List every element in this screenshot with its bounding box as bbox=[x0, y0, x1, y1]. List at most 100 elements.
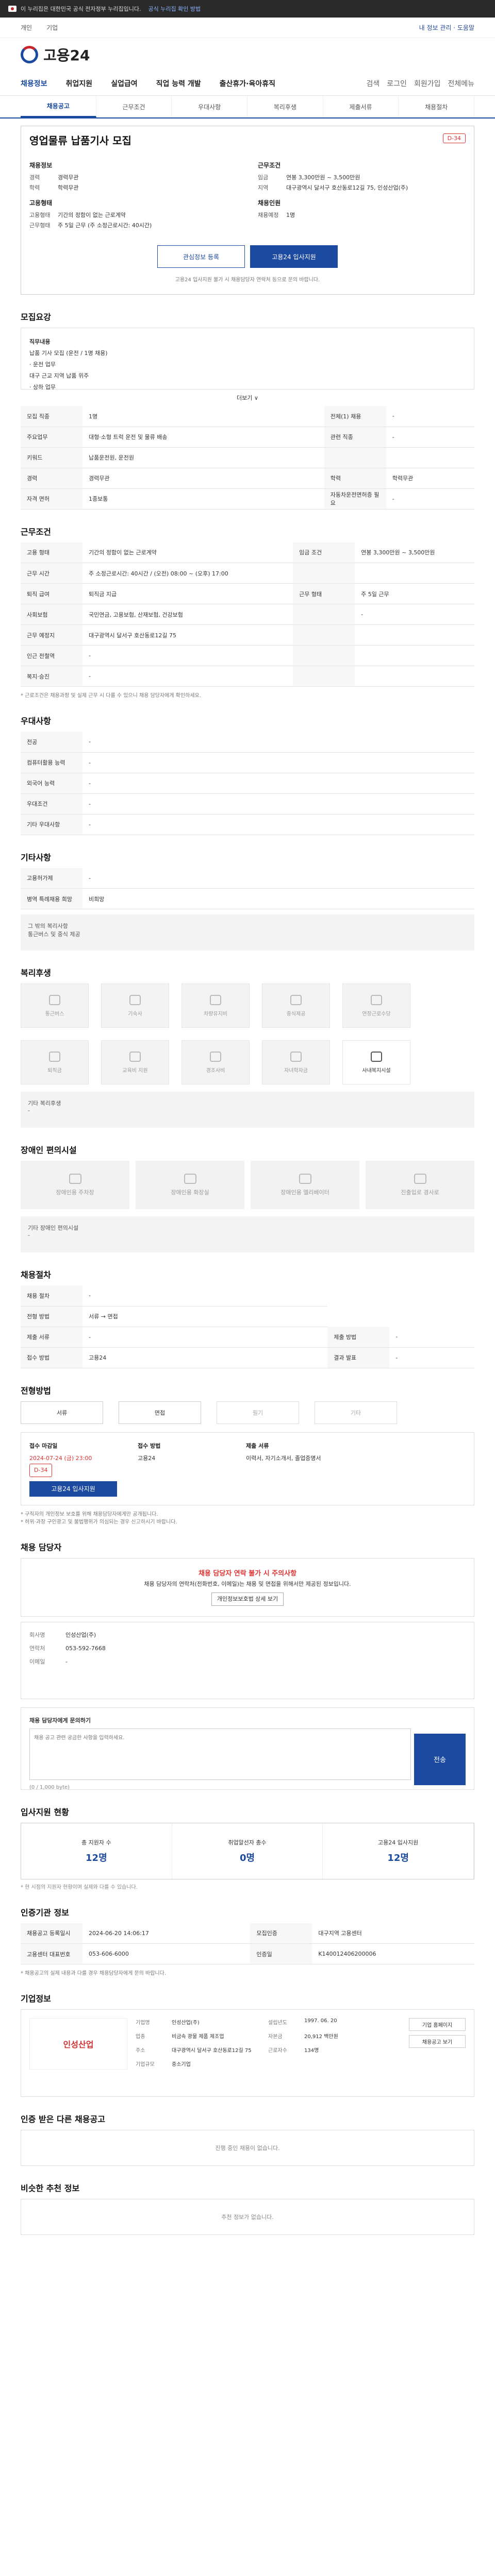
table-row: 사회보험 국민연금, 고용보험, 산재보험, 건강보험 - bbox=[21, 604, 474, 625]
section-title: 우대사항 bbox=[21, 716, 51, 726]
manager-info: 회사명 인성산업(주) 연락처 053-592-7668 이메일 - bbox=[21, 1621, 474, 1699]
row-value: 053-606-6000 bbox=[82, 1943, 251, 1964]
barrierfree-label: 장애인용 주차장 bbox=[56, 1189, 94, 1196]
row-value bbox=[386, 447, 474, 468]
welfare-chip: 경조사비 bbox=[182, 1040, 250, 1084]
stat-label: 고용24 입사지원 bbox=[378, 1839, 419, 1846]
scrap-button[interactable]: 관심정보 등록 bbox=[157, 245, 245, 268]
row-label: 우대조건 bbox=[21, 793, 82, 815]
row-label: 고용 형태 bbox=[21, 542, 82, 563]
tab-welfare[interactable]: 복리후생 bbox=[248, 96, 323, 117]
tab-posting[interactable]: 채용공고 bbox=[21, 96, 96, 117]
signup-link[interactable]: 회원가입 bbox=[414, 78, 441, 89]
value: 대구광역시 달서구 호산동로12길 75, 인성산업(주) bbox=[286, 184, 408, 191]
privacy-alert: 채용 담당자 연락 불가 시 주의사항 채용 담당자의 연락처(전화번호, 이메… bbox=[21, 1557, 474, 1617]
util-right-links[interactable]: 내 정보 관리 · 도움말 bbox=[419, 23, 474, 32]
tab-docs[interactable]: 제출서류 bbox=[323, 96, 399, 117]
table-row: 채용공고 등록일시 2024-06-20 14:06:17 모집인증 대구지역 고용센… bbox=[21, 1923, 474, 1944]
privacy-detail-button[interactable]: 개인정보보호법 상세 보기 bbox=[211, 1592, 284, 1606]
apply-button[interactable]: 고용24 입사지원 bbox=[250, 245, 338, 268]
table-row: 근무 시간 주 소정근로시간: 40시간 / (오전) 08:00 ~ (오후) … bbox=[21, 563, 474, 584]
company-label: 기업명 bbox=[136, 2020, 150, 2026]
conditions-table: 고용 형태 기간의 정함이 없는 근로계약 임금 조건 연봉 3,300만원 ~ 3,… bbox=[21, 542, 474, 687]
section-title: 장애인 편의시설 bbox=[21, 1145, 77, 1155]
barrierfree-chip: 장애인용 주차장 bbox=[21, 1161, 129, 1209]
gnb-item-jobs[interactable]: 채용정보 bbox=[21, 78, 47, 89]
util-tab-personal[interactable]: 개인 bbox=[21, 23, 32, 32]
gnb-item-support[interactable]: 취업지원 bbox=[66, 78, 93, 89]
value: 주 5일 근무 (주 소정근로시간: 40시간) bbox=[58, 222, 152, 229]
tab-conditions[interactable]: 근무조건 bbox=[96, 96, 172, 117]
apply-deadline: 2024-07-24 (금) 23:00 bbox=[29, 1454, 92, 1462]
send-button[interactable]: 전송 bbox=[414, 1733, 466, 1785]
row-label: 임금 조건 bbox=[293, 542, 355, 563]
company-value: 중소기업 bbox=[172, 2062, 191, 2067]
gnb-item-training[interactable]: 직업 능력 개발 bbox=[156, 78, 201, 89]
welfare-other-title: 기타 복리후생 bbox=[28, 1100, 61, 1107]
row-value: - bbox=[82, 793, 474, 815]
section-conditions: 근무조건 고용 형태 기간의 정함이 없는 근로계약 임금 조건 연봉 3,300만원… bbox=[21, 525, 474, 699]
more-button[interactable]: 더보기 ∨ bbox=[21, 394, 474, 402]
section-company: 기업정보 인성산업 기업명 인성산업(주) 설립년도 1997. 06. 20 업종 비금… bbox=[21, 1992, 474, 2097]
apply-button-2[interactable]: 고용24 입사지원 bbox=[29, 1481, 117, 1497]
summary-head: 근무조건 bbox=[258, 162, 281, 169]
company-homepage-button[interactable]: 기업 홈페이지 bbox=[409, 2018, 466, 2031]
company-value: 134명 bbox=[304, 2048, 319, 2054]
row-label bbox=[293, 645, 355, 666]
all-menu-link[interactable]: 전체메뉴 bbox=[448, 78, 474, 89]
conditions-warning: * 근로조건은 채용과정 및 실제 근무 시 다를 수 있으니 채용 담당자에게… bbox=[21, 693, 201, 699]
welfare-icon bbox=[210, 1051, 221, 1062]
tab-preference[interactable]: 우대사항 bbox=[172, 96, 248, 117]
row-value bbox=[355, 666, 474, 687]
welfare-label: 퇴직금 bbox=[47, 1067, 62, 1074]
barrierfree-label: 장애인용 화장실 bbox=[171, 1189, 209, 1196]
brand[interactable]: 고용24 bbox=[0, 38, 495, 71]
row-label: 고용센터 대표번호 bbox=[21, 1943, 82, 1964]
desc-line: 대구 근교 지역 납품 위주 bbox=[29, 372, 89, 379]
recruit-table: 모집 직종 1명 전체(1) 채용 - 주요업무 대형·소형 트럭 운전 및 물류 배송 관… bbox=[21, 406, 474, 510]
barrierfree-chip: 진출입로 경사로 bbox=[366, 1161, 474, 1209]
section-title: 기타사항 bbox=[21, 852, 51, 862]
row-value: 대구지역 고용센터 bbox=[312, 1923, 474, 1944]
table-row: 고용 형태 기간의 정함이 없는 근로계약 임금 조건 연봉 3,300만원 ~ 3,… bbox=[21, 542, 474, 563]
welfare-icon bbox=[49, 994, 60, 1005]
section-manager: 채용 담당자 채용 담당자 연락 불가 시 주의사항 채용 담당자의 연락처(전… bbox=[21, 1540, 474, 1790]
row-value: - bbox=[386, 427, 474, 448]
tab-process[interactable]: 채용절차 bbox=[399, 96, 475, 117]
util-tab-corp[interactable]: 기업 bbox=[46, 23, 58, 32]
section-process: 채용절차 채용 절차 - 전형 방법 서류 → 면접 제출 서류 - 제출 방법 - 접수 방법… bbox=[21, 1268, 474, 1368]
company-postings-button[interactable]: 채용공고 보기 bbox=[409, 2035, 466, 2048]
stat-total: 총 지원자 수 12명 bbox=[21, 1823, 172, 1879]
barrierfree-chip: 장애인용 화장실 bbox=[136, 1161, 244, 1209]
method-interview: 면접 bbox=[119, 1401, 201, 1424]
barrierfree-icon bbox=[69, 1174, 81, 1184]
question-input[interactable] bbox=[29, 1728, 411, 1780]
row-label: 접수 방법 bbox=[21, 1347, 82, 1368]
section-methods: 전형방법 서류 면접 필기 기타 접수 마감일 2024-07-24 (금) 23… bbox=[21, 1384, 474, 1525]
company-label: 설립년도 bbox=[268, 2020, 287, 2026]
gov-link[interactable]: 공식 누리집 확인 방법 bbox=[148, 5, 201, 13]
stat-label: 취업알선자 총수 bbox=[228, 1839, 267, 1846]
row-label: 퇴직 급여 bbox=[21, 583, 82, 604]
label: 회사명 bbox=[29, 1631, 45, 1638]
apply-method-title: 접수 방법 bbox=[138, 1442, 161, 1449]
alert-body: 채용 담당자의 연락처(전화번호, 이메일)는 채용 및 면접을 위해서만 제공… bbox=[144, 1580, 351, 1587]
welfare-icon bbox=[210, 994, 221, 1005]
section-preference: 우대사항 전공 - 컴퓨터활용 능력 - 외국어 능력 - 우대조건 - 기타 우대사항 - bbox=[21, 714, 474, 835]
table-row: 모집 직종 1명 전체(1) 채용 - bbox=[21, 406, 474, 427]
gnb-item-benefit[interactable]: 실업급여 bbox=[111, 78, 138, 89]
company-label bbox=[268, 2060, 304, 2067]
section-title: 기업정보 bbox=[21, 1994, 51, 2004]
row-value: 학력무관 bbox=[386, 468, 474, 489]
search-link[interactable]: 검색 bbox=[367, 78, 380, 89]
section-description: 모집요강 직무내용 납품 기사 모집 (운전 / 1명 채용) · 운전 업무 … bbox=[21, 310, 474, 510]
section-etc: 기타사항 고용허가제 - 병역 특례채용 희망 비희망 그 밖의 복리사항 통근버스 및… bbox=[21, 851, 474, 951]
row-value: 서류 → 면접 bbox=[82, 1306, 328, 1327]
barrierfree-icon bbox=[414, 1174, 426, 1184]
gnb-item-leave[interactable]: 출산휴가·육아휴직 bbox=[220, 78, 275, 89]
row-label: 경력 bbox=[21, 468, 82, 489]
row-value: - bbox=[82, 1285, 328, 1307]
login-link[interactable]: 로그인 bbox=[387, 78, 407, 89]
row-label: 전공 bbox=[21, 732, 82, 753]
summary-head: 채용인원 bbox=[258, 199, 281, 207]
